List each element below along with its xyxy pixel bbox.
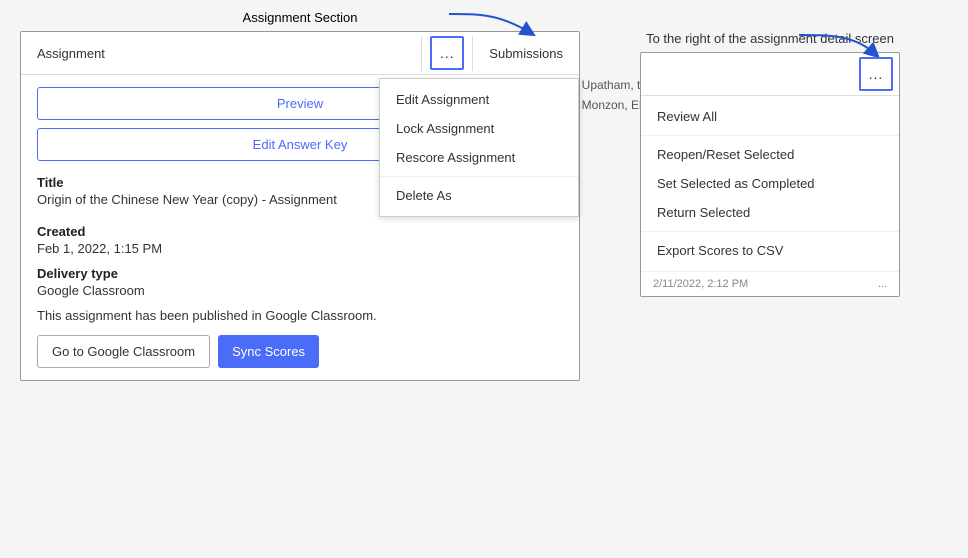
dropdown-item-export-csv[interactable]: Export Scores to CSV xyxy=(641,236,899,265)
goto-google-classroom-button[interactable]: Go to Google Classroom xyxy=(37,335,210,368)
panel-header: Assignment ... Submissions Edit Assignme… xyxy=(21,32,579,75)
dropdown-item-edit-assignment[interactable]: Edit Assignment xyxy=(380,85,578,114)
right-panel-container: To the right of the assignment detail sc… xyxy=(640,31,900,381)
right-panel-header: ... xyxy=(641,53,899,96)
footer-dots[interactable]: ... xyxy=(878,278,887,290)
tab-assignment[interactable]: Assignment xyxy=(21,36,422,71)
created-label: Created xyxy=(37,224,563,239)
dropdown-item-set-completed[interactable]: Set Selected as Completed xyxy=(641,169,899,198)
dropdown-item-delete-assignment[interactable]: Delete As xyxy=(380,181,578,210)
right-dots-button[interactable]: ... xyxy=(859,57,893,91)
dropdown-divider-1 xyxy=(641,135,899,136)
left-section-label: Assignment Section xyxy=(243,10,358,25)
dropdown-item-review-all[interactable]: Review All xyxy=(641,102,899,131)
publish-notice: This assignment has been published in Go… xyxy=(37,308,563,323)
left-dropdown-menu: Edit Assignment Lock Assignment Rescore … xyxy=(379,78,579,217)
dropdown-item-return-selected[interactable]: Return Selected xyxy=(641,198,899,227)
dropdown-item-lock-assignment[interactable]: Lock Assignment xyxy=(380,114,578,143)
delivery-type-value: Google Classroom xyxy=(37,283,563,298)
created-value: Feb 1, 2022, 1:15 PM xyxy=(37,241,563,256)
sync-scores-button[interactable]: Sync Scores xyxy=(218,335,319,368)
dropdown-divider-2 xyxy=(641,231,899,232)
right-dropdown-menu: Review All Reopen/Reset Selected Set Sel… xyxy=(641,96,899,271)
dropdown-item-rescore-assignment[interactable]: Rescore Assignment xyxy=(380,143,578,172)
left-dots-button[interactable]: ... xyxy=(430,36,464,70)
left-panel: Assignment ... Submissions Edit Assignme… xyxy=(20,31,580,381)
right-panel: ... Review All Reopen/Reset Selected Set… xyxy=(640,52,900,297)
delivery-type-label: Delivery type xyxy=(37,266,563,281)
tab-submissions[interactable]: Submissions xyxy=(472,36,579,71)
dropdown-divider xyxy=(380,176,578,177)
footer-timestamp: 2/11/2022, 2:12 PM xyxy=(653,278,748,290)
right-footer: 2/11/2022, 2:12 PM ... xyxy=(641,271,899,296)
bottom-buttons: Go to Google Classroom Sync Scores xyxy=(37,335,563,368)
dropdown-item-reopen-reset[interactable]: Reopen/Reset Selected xyxy=(641,140,899,169)
